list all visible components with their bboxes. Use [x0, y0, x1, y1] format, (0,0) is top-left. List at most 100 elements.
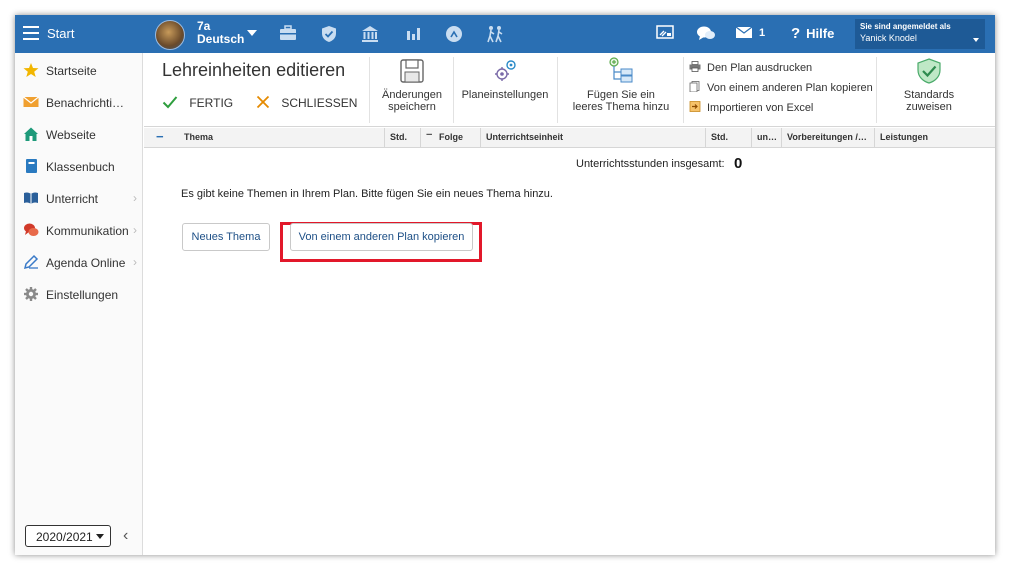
header-label: Vorbereitungen /…	[787, 132, 867, 142]
column-header-unterrichtseinheit[interactable]: Unterrichtseinheit	[481, 128, 706, 148]
new-topic-button[interactable]: Neues Thema	[182, 223, 270, 251]
shield-check-icon	[917, 58, 941, 84]
header-label: un…	[757, 132, 777, 142]
add-empty-topic-button[interactable]: Fügen Sie ein leeres Thema hinzu	[566, 57, 676, 113]
sidebar-item-label: Kommunikation	[46, 224, 129, 238]
header-label: Thema	[184, 132, 214, 142]
collapse-minus-icon[interactable]: −	[156, 129, 164, 144]
sidebar-item-klassenbuch[interactable]: Klassenbuch	[15, 151, 143, 181]
import-icon	[689, 101, 701, 112]
envelope-icon	[23, 96, 39, 107]
school-year-select[interactable]: 2020/2021	[25, 525, 111, 547]
standards-label-line1: Standards	[903, 89, 955, 101]
add-tree-icon	[609, 57, 633, 83]
sidebar-item-label: Einstellungen	[46, 288, 119, 302]
total-lessons-label: Unterrichtsstunden insgesamt:	[576, 158, 725, 170]
copy-plan-label: Von einem anderen Plan kopieren	[707, 82, 873, 94]
sidebar-item-webseite[interactable]: Webseite	[15, 119, 143, 149]
column-header-thema[interactable]: − Thema	[144, 128, 385, 148]
sidebar: Startseite Benachrichtigungen Webseite K…	[15, 53, 143, 555]
import-excel-button[interactable]: Importieren von Excel	[689, 101, 813, 114]
close-icon	[256, 95, 270, 109]
sidebar-item-label: Agenda Online	[46, 256, 126, 270]
header-label: Unterrichtseinheit	[486, 132, 564, 142]
class-dropdown-icon[interactable]	[247, 30, 257, 36]
gear-icon	[24, 287, 38, 301]
user-dropdown-icon[interactable]	[973, 38, 979, 42]
assign-standards-button[interactable]: Standards zuweisen	[884, 57, 974, 113]
help-link[interactable]: ? Hilfe	[791, 25, 834, 42]
user-menu[interactable]: Sie sind angemeldet als Yanick Knodel	[855, 19, 985, 49]
sidebar-item-startseite[interactable]: Startseite	[15, 55, 143, 85]
chat-icon[interactable]	[696, 25, 716, 43]
sidebar-item-label: Klassenbuch	[46, 160, 115, 174]
collapse-sidebar-icon[interactable]: ‹	[123, 527, 128, 545]
print-plan-button[interactable]: Den Plan ausdrucken	[689, 61, 812, 74]
signed-in-label: Sie sind angemeldet als	[860, 22, 951, 31]
cast-icon[interactable]	[656, 25, 674, 43]
column-header-un[interactable]: un…	[752, 128, 782, 148]
copy-document-icon	[689, 81, 700, 92]
plugin-icon[interactable]	[445, 25, 463, 43]
help-label: Hilfe	[806, 26, 835, 41]
sidebar-item-label: Benachrichtigungen	[46, 96, 130, 110]
sidebar-item-benachrichtigungen[interactable]: Benachrichtigungen	[15, 87, 143, 117]
empty-plan-message: Es gibt keine Themen in Ihrem Plan. Bitt…	[181, 188, 553, 200]
header-label: Std.	[390, 132, 407, 142]
mail-icon[interactable]	[735, 25, 753, 43]
sidebar-item-agenda-online[interactable]: Agenda Online ›	[15, 247, 143, 277]
import-excel-label: Importieren von Excel	[707, 102, 814, 114]
sidebar-item-unterricht[interactable]: Unterricht ›	[15, 183, 143, 213]
header-label: Folge	[439, 132, 463, 142]
top-bar: Start 7a Deutsch 1 ? Hilfe Sie sind ange…	[15, 15, 995, 53]
column-header-leistungen[interactable]: Leistungen	[875, 128, 995, 148]
briefcase-icon[interactable]	[279, 25, 297, 43]
bank-icon[interactable]	[361, 25, 379, 43]
plan-settings-button[interactable]: Planeinstellungen	[458, 57, 552, 101]
chat-icon	[24, 223, 39, 236]
sidebar-item-kommunikation[interactable]: Kommunikation ›	[15, 215, 143, 245]
save-label-line2: speichern	[388, 101, 436, 113]
column-header-std-2[interactable]: Std.	[706, 128, 752, 148]
print-plan-label: Den Plan ausdrucken	[707, 62, 813, 74]
column-header-vorbereitungen[interactable]: Vorbereitungen /…	[782, 128, 875, 148]
open-book-icon	[24, 192, 38, 204]
copy-from-other-plan-button[interactable]: Von einem anderen Plan kopieren	[290, 223, 473, 251]
app-window: Start 7a Deutsch 1 ? Hilfe Sie sind ange…	[15, 15, 995, 555]
people-walk-icon[interactable]	[485, 25, 505, 43]
book-icon	[26, 159, 37, 173]
class-selector[interactable]: 7a Deutsch	[197, 20, 244, 46]
collapse-minus-icon[interactable]: −	[426, 129, 432, 141]
shield-icon[interactable]	[321, 25, 337, 43]
add-topic-label-line2: leeres Thema hinzu	[572, 101, 670, 113]
sidebar-item-einstellungen[interactable]: Einstellungen	[15, 279, 143, 309]
check-icon	[162, 96, 178, 109]
sidebar-item-label: Webseite	[46, 128, 96, 142]
column-header-folge[interactable]: − Folge	[421, 128, 481, 148]
home-icon	[24, 127, 38, 141]
close-button[interactable]: SCHLIESSEN	[256, 95, 357, 115]
plan-table-header: − Thema Std. − Folge Unterrichtseinheit …	[144, 128, 995, 148]
ribbon-toolbar: Lehreinheiten editieren FERTIG SCHLIESSE…	[144, 53, 995, 127]
hamburger-menu-icon[interactable]	[23, 26, 39, 40]
start-link[interactable]: Start	[47, 26, 74, 41]
printer-icon	[689, 61, 701, 72]
school-year-value: 2020/2021	[36, 530, 93, 544]
column-header-std[interactable]: Std.	[385, 128, 421, 148]
class-avatar[interactable]	[155, 20, 185, 50]
sidebar-item-label: Unterricht	[46, 192, 99, 206]
copy-plan-menu-button[interactable]: Von einem anderen Plan kopieren	[689, 81, 873, 94]
sidebar-item-label: Startseite	[46, 64, 97, 78]
page-title: Lehreinheiten editieren	[162, 60, 346, 80]
total-lessons-value: 0	[734, 155, 743, 172]
ribbon-divider	[683, 57, 684, 123]
ribbon-divider	[369, 57, 370, 123]
pen-icon	[23, 254, 39, 270]
save-changes-button[interactable]: Änderungen speichern	[377, 57, 447, 113]
bar-chart-icon[interactable]	[405, 25, 421, 43]
class-subject: Deutsch	[197, 32, 245, 46]
done-button[interactable]: FERTIG	[162, 95, 233, 115]
message-count-badge: 1	[759, 27, 766, 39]
header-label: Leistungen	[880, 132, 929, 142]
ribbon-divider	[453, 57, 454, 123]
